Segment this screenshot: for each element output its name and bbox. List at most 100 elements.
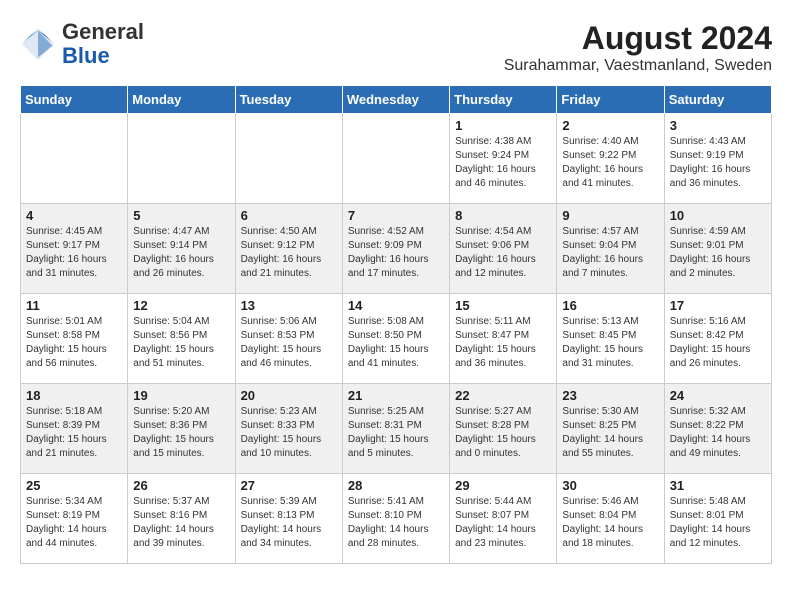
day-number: 16	[562, 298, 658, 313]
day-info: Sunrise: 5:18 AM Sunset: 8:39 PM Dayligh…	[26, 405, 122, 461]
page-header: General Blue August 2024 Surahammar, Vae…	[20, 20, 772, 75]
day-header-tuesday: Tuesday	[235, 86, 342, 114]
day-info: Sunrise: 5:34 AM Sunset: 8:19 PM Dayligh…	[26, 495, 122, 551]
calendar-cell: 20 Sunrise: 5:23 AM Sunset: 8:33 PM Dayli…	[235, 384, 342, 474]
day-info: Sunrise: 5:48 AM Sunset: 8:01 PM Dayligh…	[670, 495, 766, 551]
day-info: Sunrise: 5:46 AM Sunset: 8:04 PM Dayligh…	[562, 495, 658, 551]
day-info: Sunrise: 5:30 AM Sunset: 8:25 PM Dayligh…	[562, 405, 658, 461]
day-info: Sunrise: 5:44 AM Sunset: 8:07 PM Dayligh…	[455, 495, 551, 551]
calendar-cell: 17 Sunrise: 5:16 AM Sunset: 8:42 PM Dayli…	[664, 294, 771, 384]
day-info: Sunrise: 5:23 AM Sunset: 8:33 PM Dayligh…	[241, 405, 337, 461]
calendar-cell	[235, 114, 342, 204]
calendar-cell: 21Sunrise: 5:25 AM Sunset: 8:31 PM Dayli…	[342, 384, 449, 474]
day-number: 3	[670, 118, 766, 133]
calendar-cell: 12Sunrise: 5:04 AM Sunset: 8:56 PM Dayli…	[128, 294, 235, 384]
day-number: 1	[455, 118, 551, 133]
day-number: 10	[670, 208, 766, 223]
calendar-week-3: 11Sunrise: 5:01 AM Sunset: 8:58 PM Dayli…	[21, 294, 772, 384]
page-title: August 2024	[504, 20, 772, 57]
calendar-week-1: 1Sunrise: 4:38 AM Sunset: 9:24 PM Daylig…	[21, 114, 772, 204]
day-header-wednesday: Wednesday	[342, 86, 449, 114]
day-number: 17	[670, 298, 766, 313]
calendar-week-5: 25 Sunrise: 5:34 AM Sunset: 8:19 PM Dayli…	[21, 474, 772, 564]
calendar-cell: 19 Sunrise: 5:20 AM Sunset: 8:36 PM Dayli…	[128, 384, 235, 474]
day-info: Sunrise: 4:45 AM Sunset: 9:17 PM Dayligh…	[26, 225, 122, 281]
day-header-sunday: Sunday	[21, 86, 128, 114]
day-info: Sunrise: 5:39 AM Sunset: 8:13 PM Dayligh…	[241, 495, 337, 551]
day-info: Sunrise: 5:25 AM Sunset: 8:31 PM Dayligh…	[348, 405, 444, 461]
day-info: Sunrise: 5:06 AM Sunset: 8:53 PM Dayligh…	[241, 315, 337, 371]
day-info: Sunrise: 4:43 AM Sunset: 9:19 PM Dayligh…	[670, 135, 766, 191]
day-info: Sunrise: 5:20 AM Sunset: 8:36 PM Dayligh…	[133, 405, 229, 461]
day-number: 20	[241, 388, 337, 403]
calendar-cell	[21, 114, 128, 204]
logo-text: General Blue	[62, 20, 144, 68]
calendar-cell: 9 Sunrise: 4:57 AM Sunset: 9:04 PM Daylig…	[557, 204, 664, 294]
calendar-cell: 29 Sunrise: 5:44 AM Sunset: 8:07 PM Dayli…	[450, 474, 557, 564]
calendar-cell: 13 Sunrise: 5:06 AM Sunset: 8:53 PM Dayli…	[235, 294, 342, 384]
day-info: Sunrise: 5:04 AM Sunset: 8:56 PM Dayligh…	[133, 315, 229, 371]
page-subtitle: Surahammar, Vaestmanland, Sweden	[504, 57, 772, 75]
day-number: 2	[562, 118, 658, 133]
day-number: 7	[348, 208, 444, 223]
calendar-cell: 2 Sunrise: 4:40 AM Sunset: 9:22 PM Daylig…	[557, 114, 664, 204]
day-number: 11	[26, 298, 122, 313]
day-info: Sunrise: 4:40 AM Sunset: 9:22 PM Dayligh…	[562, 135, 658, 191]
calendar-cell: 10 Sunrise: 4:59 AM Sunset: 9:01 PM Dayli…	[664, 204, 771, 294]
calendar-cell: 8 Sunrise: 4:54 AM Sunset: 9:06 PM Daylig…	[450, 204, 557, 294]
calendar-cell: 24 Sunrise: 5:32 AM Sunset: 8:22 PM Dayli…	[664, 384, 771, 474]
day-info: Sunrise: 4:50 AM Sunset: 9:12 PM Dayligh…	[241, 225, 337, 281]
calendar-cell: 31Sunrise: 5:48 AM Sunset: 8:01 PM Dayli…	[664, 474, 771, 564]
calendar-cell	[342, 114, 449, 204]
day-number: 18	[26, 388, 122, 403]
calendar-week-4: 18 Sunrise: 5:18 AM Sunset: 8:39 PM Dayli…	[21, 384, 772, 474]
day-number: 8	[455, 208, 551, 223]
day-header-thursday: Thursday	[450, 86, 557, 114]
logo-icon	[20, 26, 56, 62]
day-info: Sunrise: 4:47 AM Sunset: 9:14 PM Dayligh…	[133, 225, 229, 281]
day-number: 13	[241, 298, 337, 313]
calendar-cell: 14 Sunrise: 5:08 AM Sunset: 8:50 PM Dayli…	[342, 294, 449, 384]
day-info: Sunrise: 5:13 AM Sunset: 8:45 PM Dayligh…	[562, 315, 658, 371]
calendar-week-2: 4 Sunrise: 4:45 AM Sunset: 9:17 PM Daylig…	[21, 204, 772, 294]
day-number: 4	[26, 208, 122, 223]
calendar-cell: 30 Sunrise: 5:46 AM Sunset: 8:04 PM Dayli…	[557, 474, 664, 564]
day-info: Sunrise: 5:08 AM Sunset: 8:50 PM Dayligh…	[348, 315, 444, 371]
day-info: Sunrise: 5:32 AM Sunset: 8:22 PM Dayligh…	[670, 405, 766, 461]
calendar-cell: 5Sunrise: 4:47 AM Sunset: 9:14 PM Daylig…	[128, 204, 235, 294]
day-info: Sunrise: 5:27 AM Sunset: 8:28 PM Dayligh…	[455, 405, 551, 461]
day-header-saturday: Saturday	[664, 86, 771, 114]
day-info: Sunrise: 5:41 AM Sunset: 8:10 PM Dayligh…	[348, 495, 444, 551]
day-info: Sunrise: 4:57 AM Sunset: 9:04 PM Dayligh…	[562, 225, 658, 281]
day-number: 6	[241, 208, 337, 223]
day-number: 30	[562, 478, 658, 493]
day-number: 19	[133, 388, 229, 403]
day-info: Sunrise: 4:54 AM Sunset: 9:06 PM Dayligh…	[455, 225, 551, 281]
calendar-cell: 28 Sunrise: 5:41 AM Sunset: 8:10 PM Dayli…	[342, 474, 449, 564]
calendar-cell: 16 Sunrise: 5:13 AM Sunset: 8:45 PM Dayli…	[557, 294, 664, 384]
day-number: 23	[562, 388, 658, 403]
calendar-table: SundayMondayTuesdayWednesdayThursdayFrid…	[20, 85, 772, 564]
calendar-cell: 1Sunrise: 4:38 AM Sunset: 9:24 PM Daylig…	[450, 114, 557, 204]
calendar-cell: 22Sunrise: 5:27 AM Sunset: 8:28 PM Dayli…	[450, 384, 557, 474]
calendar-cell: 27 Sunrise: 5:39 AM Sunset: 8:13 PM Dayli…	[235, 474, 342, 564]
calendar-cell	[128, 114, 235, 204]
day-info: Sunrise: 5:37 AM Sunset: 8:16 PM Dayligh…	[133, 495, 229, 551]
day-number: 25	[26, 478, 122, 493]
day-number: 24	[670, 388, 766, 403]
calendar-header-row: SundayMondayTuesdayWednesdayThursdayFrid…	[21, 86, 772, 114]
day-number: 27	[241, 478, 337, 493]
day-number: 15	[455, 298, 551, 313]
calendar-cell: 25 Sunrise: 5:34 AM Sunset: 8:19 PM Dayli…	[21, 474, 128, 564]
day-number: 26	[133, 478, 229, 493]
day-number: 28	[348, 478, 444, 493]
day-info: Sunrise: 5:16 AM Sunset: 8:42 PM Dayligh…	[670, 315, 766, 371]
logo: General Blue	[20, 20, 144, 68]
day-number: 14	[348, 298, 444, 313]
calendar-cell: 23 Sunrise: 5:30 AM Sunset: 8:25 PM Dayli…	[557, 384, 664, 474]
day-number: 9	[562, 208, 658, 223]
calendar-cell: 18 Sunrise: 5:18 AM Sunset: 8:39 PM Dayli…	[21, 384, 128, 474]
day-info: Sunrise: 4:59 AM Sunset: 9:01 PM Dayligh…	[670, 225, 766, 281]
day-header-monday: Monday	[128, 86, 235, 114]
day-number: 29	[455, 478, 551, 493]
